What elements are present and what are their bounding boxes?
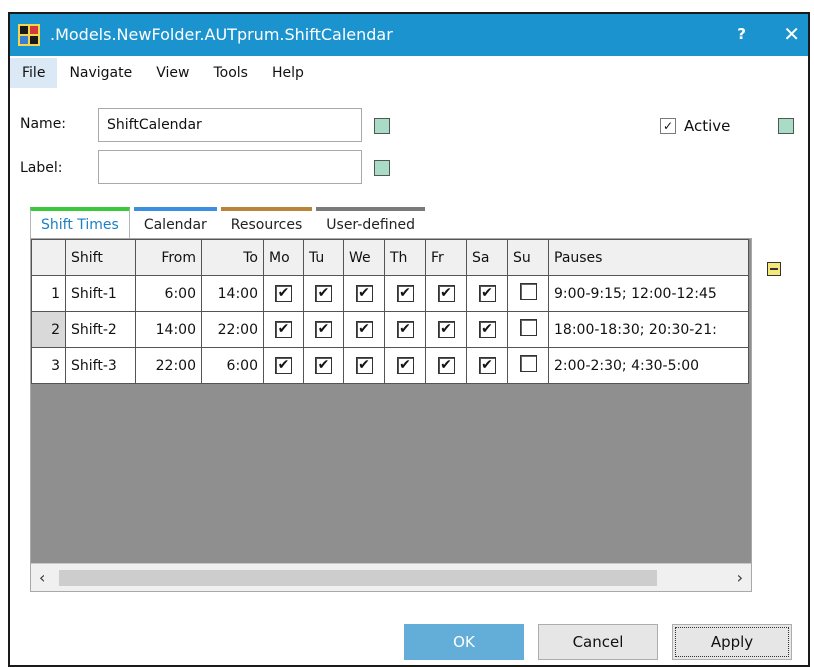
day-checkbox[interactable]: ✔ (355, 285, 373, 302)
tab-resources[interactable]: Resources (220, 207, 313, 239)
menu-tools[interactable]: Tools (201, 58, 260, 88)
cell-shift[interactable]: Shift-3 (65, 347, 136, 384)
day-checkbox[interactable]: ✔ (478, 357, 496, 374)
active-checkbox[interactable]: ✓ (660, 118, 676, 134)
menu-navigate[interactable]: Navigate (57, 58, 144, 88)
column-header-we[interactable]: We (343, 239, 385, 276)
menu-view[interactable]: View (144, 58, 201, 88)
cell-to[interactable]: 14:00 (201, 275, 264, 312)
name-color-swatch[interactable] (374, 118, 390, 134)
cell-from[interactable]: 6:00 (135, 275, 202, 312)
tab-shift-times[interactable]: Shift Times (30, 207, 130, 239)
cell-shift[interactable]: Shift-1 (65, 275, 136, 312)
day-checkbox[interactable]: ✔ (355, 357, 373, 374)
cell-to[interactable]: 22:00 (201, 311, 264, 348)
day-checkbox[interactable]: ✔ (396, 285, 414, 302)
active-color-swatch[interactable] (778, 118, 794, 134)
day-checkbox[interactable] (519, 355, 537, 372)
cell-pauses[interactable]: 2:00-2:30; 4:30-5:00 (548, 347, 749, 384)
day-checkbox[interactable]: ✔ (315, 321, 332, 338)
day-checkbox[interactable]: ✔ (437, 357, 455, 374)
column-header-from[interactable]: From (135, 239, 202, 276)
label-color-swatch[interactable] (374, 160, 390, 176)
close-button[interactable]: ✕ (783, 22, 800, 46)
tab-calendar[interactable]: Calendar (133, 207, 217, 239)
cell-shift[interactable]: Shift-2 (65, 311, 136, 348)
cell-from[interactable]: 14:00 (135, 311, 202, 348)
day-checkbox[interactable]: ✔ (355, 321, 373, 338)
day-checkbox[interactable]: ✔ (437, 285, 455, 302)
table-row[interactable]: 3 Shift-3 22:00 6:00 ✔ ✔ ✔ ✔ ✔ ✔ 2:00-2:… (31, 347, 749, 384)
shift-grid: Shift From To Mo Tu We Th Fr Sa Su Pause… (30, 238, 752, 592)
label-input[interactable] (98, 150, 362, 184)
column-header-th[interactable]: Th (384, 239, 426, 276)
name-input[interactable] (98, 108, 362, 142)
app-icon (18, 24, 40, 46)
cell-pauses[interactable]: 9:00-9:15; 12:00-12:45 (548, 275, 749, 312)
day-checkbox[interactable]: ✔ (396, 321, 414, 338)
table-header-row: Shift From To Mo Tu We Th Fr Sa Su Pause… (31, 239, 749, 276)
horizontal-scrollbar[interactable]: ‹ › (31, 563, 751, 591)
cell-to[interactable]: 6:00 (201, 347, 264, 384)
column-header-fr[interactable]: Fr (425, 239, 467, 276)
column-header-pauses[interactable]: Pauses (548, 239, 749, 276)
day-checkbox[interactable]: ✔ (478, 285, 496, 302)
apply-button[interactable]: Apply (672, 624, 792, 660)
table-row[interactable]: 2 Shift-2 14:00 22:00 ✔ ✔ ✔ ✔ ✔ ✔ 18:00-… (31, 311, 749, 348)
cell-pauses[interactable]: 18:00-18:30; 20:30-21: (548, 311, 749, 348)
tab-user-defined[interactable]: User-defined (316, 207, 426, 239)
day-checkbox[interactable] (519, 319, 537, 336)
collapse-icon[interactable] (767, 262, 781, 276)
column-header-sa[interactable]: Sa (466, 239, 508, 276)
title-bar[interactable]: .Models.NewFolder.AUTprum.ShiftCalendar … (10, 14, 808, 56)
row-number[interactable]: 2 (31, 311, 66, 348)
column-header-tu[interactable]: Tu (303, 239, 344, 276)
day-checkbox[interactable]: ✔ (437, 321, 455, 338)
column-header-mo[interactable]: Mo (263, 239, 304, 276)
day-checkbox[interactable]: ✔ (315, 285, 332, 302)
day-checkbox[interactable]: ✔ (396, 357, 414, 374)
scroll-left-icon[interactable]: ‹ (39, 568, 45, 587)
day-checkbox[interactable]: ✔ (275, 285, 292, 302)
day-checkbox[interactable] (519, 283, 537, 300)
column-header-su[interactable]: Su (507, 239, 549, 276)
window-title: .Models.NewFolder.AUTprum.ShiftCalendar (50, 25, 393, 44)
tab-strip: Shift Times Calendar Resources User-defi… (30, 207, 429, 239)
shift-table: Shift From To Mo Tu We Th Fr Sa Su Pause… (31, 239, 749, 384)
active-label: Active (684, 117, 731, 135)
day-checkbox[interactable]: ✔ (275, 357, 292, 374)
column-header-shift[interactable]: Shift (65, 239, 136, 276)
row-number[interactable]: 1 (31, 275, 66, 312)
scroll-right-icon[interactable]: › (737, 568, 743, 587)
label-label: Label: (20, 160, 63, 176)
column-header-to[interactable]: To (201, 239, 264, 276)
menu-bar: File Navigate View Tools Help (10, 56, 808, 90)
day-checkbox[interactable]: ✔ (275, 321, 292, 338)
cancel-button[interactable]: Cancel (538, 624, 658, 660)
scrollbar-thumb[interactable] (59, 570, 657, 586)
cell-from[interactable]: 22:00 (135, 347, 202, 384)
dialog-window: .Models.NewFolder.AUTprum.ShiftCalendar … (8, 12, 810, 667)
menu-help[interactable]: Help (260, 58, 316, 88)
ok-button[interactable]: OK (404, 624, 524, 660)
help-button[interactable]: ? (737, 25, 746, 43)
day-checkbox[interactable]: ✔ (478, 321, 496, 338)
row-number[interactable]: 3 (31, 347, 66, 384)
table-row[interactable]: 1 Shift-1 6:00 14:00 ✔ ✔ ✔ ✔ ✔ ✔ 9:00-9:… (31, 275, 749, 312)
menu-file[interactable]: File (10, 58, 58, 88)
day-checkbox[interactable]: ✔ (315, 357, 332, 374)
name-label: Name: (20, 116, 67, 132)
corner-cell[interactable] (31, 239, 66, 276)
